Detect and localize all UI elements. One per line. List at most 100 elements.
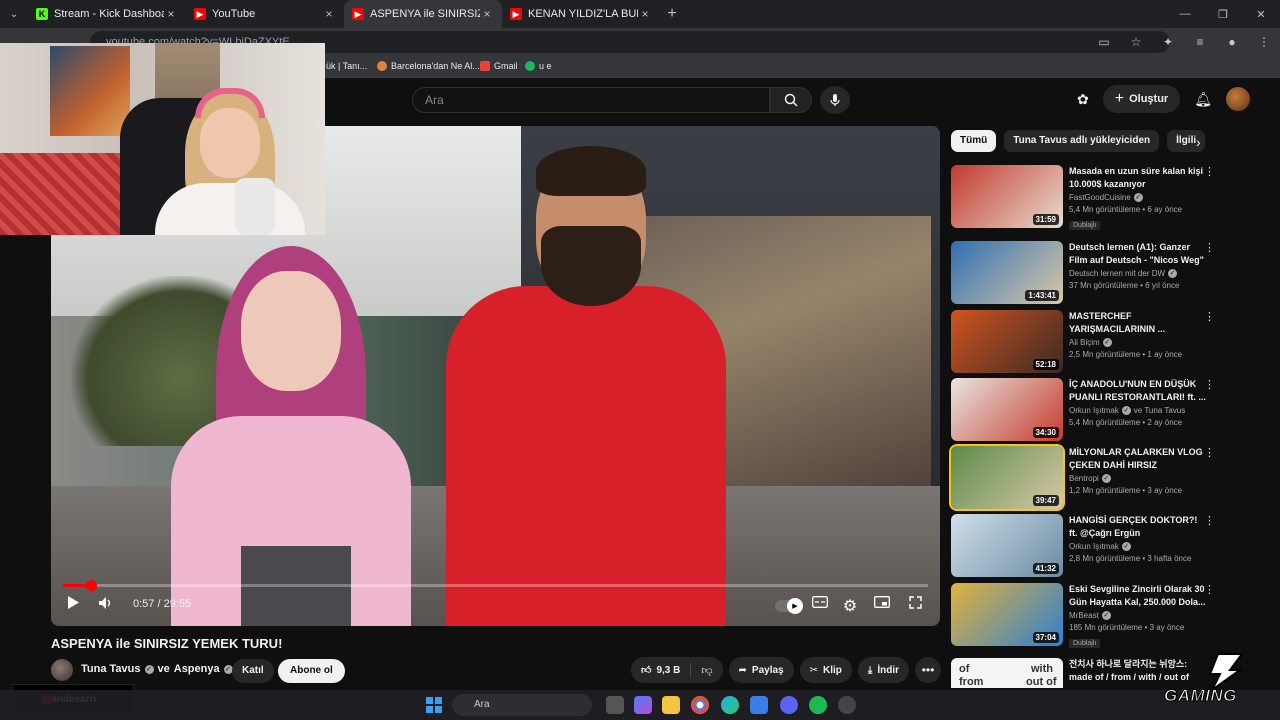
- more-vertical-icon[interactable]: ⋮: [1204, 583, 1215, 596]
- tab-kick-dashboard[interactable]: K Stream - Kick Dashboard ×: [28, 0, 186, 28]
- taskbar-search[interactable]: Ara: [452, 694, 592, 716]
- channel-name[interactable]: Bentropi: [1069, 474, 1099, 483]
- channel-name[interactable]: Orkun Işıtmak: [1069, 406, 1119, 415]
- voice-search-button[interactable]: [820, 86, 850, 114]
- video-title[interactable]: Masada en uzun süre kalan kişi 10.000$ k…: [1069, 165, 1207, 190]
- copilot-icon[interactable]: [634, 696, 652, 714]
- video-title[interactable]: İÇ ANADOLU'NUN EN DÜŞÜK PUANLI RESTORANT…: [1069, 378, 1207, 403]
- bookmark-item[interactable]: ük | Tanı...: [326, 61, 367, 71]
- chip-all[interactable]: Tümü: [951, 130, 997, 152]
- recommendation-item[interactable]: 39:47 MİLYONLAR ÇALARKEN VLOG ÇEKEN DAHİ …: [949, 444, 1221, 511]
- bookmark-item[interactable]: Barcelona'dan Ne Al...: [377, 61, 480, 71]
- video-thumbnail[interactable]: 34:30: [951, 378, 1063, 441]
- close-icon[interactable]: ×: [638, 7, 652, 21]
- start-button[interactable]: [426, 697, 442, 713]
- task-view-icon[interactable]: [606, 696, 624, 714]
- like-button[interactable]: 👍︎ 9,3 B: [631, 662, 692, 678]
- close-icon[interactable]: ×: [480, 7, 494, 21]
- fullscreen-button[interactable]: [906, 596, 924, 609]
- tab-aspenya-video[interactable]: ▶ ASPENYA ile SINIRSIZ YEMEK TU ×: [344, 0, 502, 28]
- subscribe-button[interactable]: Abone ol: [278, 659, 345, 683]
- video-thumbnail[interactable]: 31:59: [951, 165, 1063, 228]
- video-thumbnail[interactable]: 52:18: [951, 310, 1063, 373]
- recommendation-item[interactable]: 37:04 Eski Sevgiline Zincirli Olarak 30 G…: [951, 583, 1221, 648]
- download-button[interactable]: ⤓ İndir: [857, 657, 909, 683]
- progress-scrubber[interactable]: [85, 580, 97, 591]
- video-thumbnail[interactable]: 39:47: [949, 444, 1065, 511]
- channel-name-1[interactable]: Tuna Tavus: [81, 663, 141, 675]
- channel-name-extra[interactable]: ve Tuna Tavus: [1134, 406, 1185, 415]
- channel-name[interactable]: Orkun Işıtmak: [1069, 542, 1119, 551]
- channel-avatar[interactable]: [51, 659, 73, 681]
- bookmark-star-icon[interactable]: ☆: [1120, 35, 1152, 49]
- spotify-icon[interactable]: [809, 696, 827, 714]
- media-control-icon[interactable]: ≡: [1184, 35, 1216, 49]
- video-thumbnail[interactable]: 41:32: [951, 514, 1063, 577]
- close-icon[interactable]: ×: [322, 7, 336, 21]
- search-button[interactable]: [770, 87, 812, 113]
- tab-youtube[interactable]: ▶ YouTube ×: [186, 0, 344, 28]
- profile-icon[interactable]: ●: [1216, 35, 1248, 49]
- recommendation-item[interactable]: 52:18 MASTERCHEF YARIŞMACILARININ ... Ali …: [951, 310, 1221, 374]
- video-thumbnail[interactable]: 1:43:41: [951, 241, 1063, 304]
- autoplay-toggle[interactable]: ▶: [775, 598, 803, 614]
- search-input[interactable]: Ara: [412, 87, 770, 113]
- more-vertical-icon[interactable]: ⋮: [1204, 514, 1215, 527]
- extensions-icon[interactable]: ✦: [1152, 35, 1184, 49]
- close-icon[interactable]: ×: [164, 7, 178, 21]
- more-vertical-icon[interactable]: ⋮: [1204, 241, 1215, 254]
- share-button[interactable]: ➦ Paylaş: [728, 657, 794, 683]
- more-vertical-icon[interactable]: ⋮: [1204, 378, 1215, 391]
- video-title[interactable]: HANGİSİ GERÇEK DOKTOR?! ft. @Çağrı Ergün: [1069, 514, 1207, 539]
- more-vertical-icon[interactable]: ⋮: [1204, 446, 1215, 459]
- recommendation-item[interactable]: 34:30 İÇ ANADOLU'NUN EN DÜŞÜK PUANLI REST…: [951, 378, 1221, 442]
- edge-icon[interactable]: [721, 696, 739, 714]
- store-icon[interactable]: [750, 696, 768, 714]
- video-title[interactable]: MASTERCHEF YARIŞMACILARININ ...: [1069, 310, 1207, 335]
- chevron-right-icon[interactable]: ›: [1196, 134, 1201, 150]
- join-button[interactable]: Katıl: [232, 659, 274, 683]
- new-tab-button[interactable]: +: [660, 5, 684, 23]
- dislike-button[interactable]: 👎︎: [691, 664, 722, 677]
- discord-icon[interactable]: [780, 696, 798, 714]
- minimize-icon[interactable]: —: [1166, 8, 1204, 21]
- create-button[interactable]: + Oluştur: [1102, 85, 1181, 113]
- channel-name[interactable]: Deutsch lernen mit der DW: [1069, 269, 1165, 278]
- channel-name[interactable]: FastGoodCuisine: [1069, 193, 1131, 202]
- recommendation-item[interactable]: 31:59 Masada en uzun süre kalan kişi 10.0…: [951, 165, 1221, 230]
- cast-icon[interactable]: ▭: [1088, 35, 1120, 49]
- channel-name[interactable]: Ali Biçim: [1069, 338, 1100, 347]
- account-avatar[interactable]: [1226, 87, 1250, 111]
- browser-menu-icon[interactable]: ⋮: [1248, 35, 1280, 49]
- more-vertical-icon[interactable]: ⋮: [1204, 165, 1215, 178]
- video-title[interactable]: Eski Sevgiline Zincirli Olarak 30 Gün Ha…: [1069, 583, 1207, 608]
- channel-name[interactable]: MrBeast: [1069, 611, 1099, 620]
- chip-from-uploader[interactable]: Tuna Tavus adlı yükleyiciden: [1004, 130, 1160, 152]
- maximize-icon[interactable]: ❐: [1204, 8, 1242, 21]
- play-button[interactable]: [65, 596, 81, 609]
- tab-kenan-video[interactable]: ▶ KENAN YILDIZ'LA BULUŞTUM - ×: [502, 0, 660, 28]
- video-title[interactable]: MİLYONLAR ÇALARKEN VLOG ÇEKEN DAHİ HIRSI…: [1069, 446, 1207, 471]
- notifications-bell-icon[interactable]: 🔔︎: [1194, 91, 1212, 108]
- progress-bar[interactable]: [63, 580, 928, 591]
- video-thumbnail[interactable]: 37:04: [951, 583, 1063, 646]
- recommendation-item[interactable]: 41:32 HANGİSİ GERÇEK DOKTOR?! ft. @Çağrı …: [951, 514, 1221, 578]
- close-window-icon[interactable]: ✕: [1242, 8, 1280, 21]
- video-title[interactable]: Deutsch lernen (A1): Ganzer Film auf Deu…: [1069, 241, 1207, 266]
- volume-button[interactable]: [97, 596, 115, 610]
- clip-button[interactable]: ✂ Klip: [799, 657, 852, 683]
- more-vertical-icon[interactable]: ⋮: [1204, 310, 1215, 323]
- subtitles-button[interactable]: [811, 596, 829, 608]
- bookmark-item[interactable]: Gmail: [480, 61, 518, 71]
- chrome-icon[interactable]: [691, 696, 709, 714]
- tab-search-icon[interactable]: ⌄: [0, 0, 28, 28]
- miniplayer-button[interactable]: [873, 596, 891, 608]
- recommendation-item[interactable]: 1:43:41 Deutsch lernen (A1): Ganzer Film …: [951, 241, 1221, 305]
- bookmark-item[interactable]: u e: [525, 61, 552, 71]
- more-actions-button[interactable]: •••: [915, 657, 941, 683]
- file-explorer-icon[interactable]: [662, 696, 680, 714]
- obs-icon[interactable]: [838, 696, 856, 714]
- extension-puzzle-icon[interactable]: ✿: [1077, 91, 1089, 108]
- settings-button[interactable]: ⚙: [841, 596, 859, 616]
- channel-name-2[interactable]: Aspenya: [174, 663, 220, 675]
